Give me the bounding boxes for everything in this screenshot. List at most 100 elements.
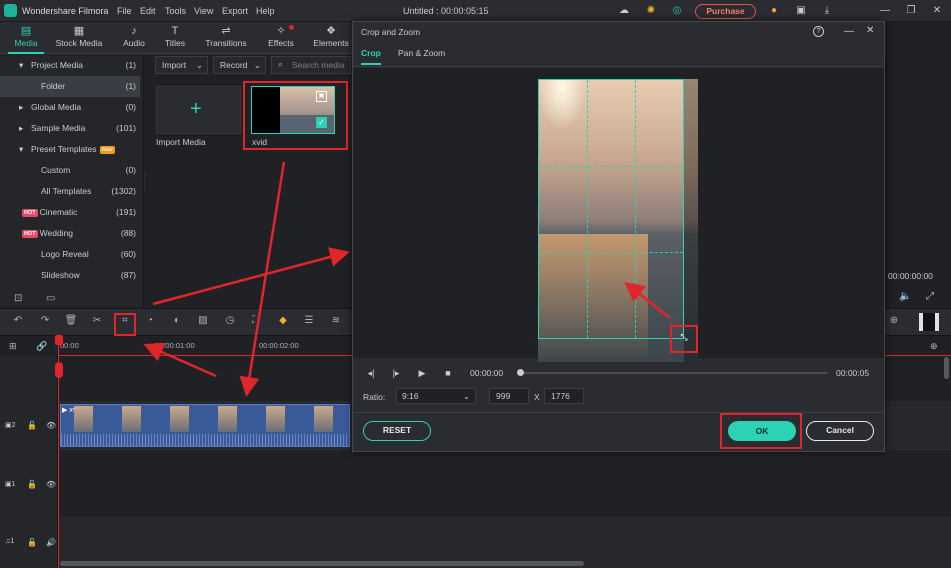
eye-icon[interactable]: 👁 — [46, 421, 56, 430]
speaker-icon[interactable]: 🔊 — [46, 538, 56, 547]
undo-icon[interactable]: ↶ — [11, 314, 25, 328]
cancel-button[interactable]: Cancel — [806, 421, 874, 441]
menu-help[interactable]: Help — [256, 6, 275, 16]
tab-crop[interactable]: Crop — [361, 48, 381, 65]
save-icon[interactable]: ▣ — [795, 5, 807, 17]
tab-media[interactable]: ▤ Media — [0, 24, 54, 54]
clip-frame — [74, 406, 93, 432]
redo-icon[interactable]: ↷ — [38, 314, 52, 328]
minimize-icon[interactable]: — — [879, 5, 891, 17]
purchase-button[interactable]: Purchase — [695, 4, 756, 19]
cloud-icon[interactable]: ☁ — [618, 5, 630, 17]
audio-wave-icon[interactable]: ≋ — [329, 314, 343, 328]
grid-line — [539, 252, 683, 253]
close-window-icon[interactable]: ✕ — [931, 5, 943, 17]
close-dialog-icon[interactable]: ✕ — [866, 25, 874, 36]
sidebar-item-folder[interactable]: Folder (1) — [0, 76, 140, 97]
tab-pan-zoom[interactable]: Pan & Zoom — [398, 48, 445, 58]
end-timecode: 00:00:05 — [836, 368, 870, 378]
sidebar-item-slideshow[interactable]: Slideshow (87) — [0, 265, 140, 286]
menu-edit[interactable]: Edit — [140, 6, 156, 16]
scrub-bar[interactable] — [520, 372, 827, 374]
add-media-icon[interactable]: ⊞ — [9, 341, 17, 352]
menu-tools[interactable]: Tools — [165, 6, 186, 16]
ruler-mark: 00:00:01:00 — [155, 341, 195, 350]
annotation-highlight-handle — [670, 325, 698, 353]
annotation-highlight-ok — [720, 413, 802, 449]
play-icon[interactable]: ▶ — [416, 367, 428, 379]
playhead-marker[interactable] — [55, 362, 63, 378]
ratio-select[interactable]: 9:16 ⌄ — [396, 388, 476, 404]
prev-frame-icon[interactable]: ◂| — [365, 367, 377, 379]
idea-icon[interactable]: ✺ — [645, 5, 657, 17]
add-track-icon[interactable]: ⊕ — [887, 314, 901, 328]
sidebar-item-sample-media[interactable]: ▸ Sample Media (101) — [0, 118, 140, 139]
delete-icon[interactable]: 🗑 — [64, 314, 78, 328]
tab-stock-media[interactable]: ▦ Stock Media — [51, 24, 107, 52]
lock-icon[interactable]: 🔓 — [27, 538, 37, 547]
sidebar-item-logo-reveal[interactable]: Logo Reveal (60) — [0, 244, 140, 265]
sidebar-item-custom[interactable]: Custom (0) — [0, 160, 140, 181]
keyframe-icon[interactable]: ◆ — [276, 314, 290, 328]
menu-view[interactable]: View — [194, 6, 213, 16]
minimize-dialog-icon[interactable]: — — [844, 26, 854, 37]
step-play-icon[interactable]: |▸ — [390, 367, 402, 379]
volume-icon[interactable]: 🔈 — [899, 291, 911, 302]
fit-icon[interactable]: ⛶ — [249, 314, 263, 328]
timeline-scrollbar[interactable] — [60, 561, 584, 566]
stop-icon[interactable]: ■ — [442, 367, 454, 379]
duration-icon[interactable]: ◷ — [223, 314, 237, 328]
lock-icon[interactable]: 🔓 — [27, 421, 37, 430]
adjust-icon[interactable]: ☰ — [302, 314, 316, 328]
app-name: Wondershare Filmora — [22, 6, 109, 16]
menu-file[interactable]: File — [117, 6, 132, 16]
sidebar-item-cinematic[interactable]: HOT Cinematic (191) — [0, 202, 140, 223]
record-dropdown[interactable]: Record ⌄ — [213, 56, 266, 74]
lock-icon[interactable]: 🔓 — [27, 480, 37, 489]
menu-export[interactable]: Export — [222, 6, 248, 16]
filmora-logo-icon — [4, 4, 17, 17]
reset-button[interactable]: RESET — [363, 421, 431, 441]
support-icon[interactable]: ◎ — [671, 5, 683, 17]
speed-icon[interactable]: ◔ — [143, 314, 157, 328]
sidebar-item-project-media[interactable]: ▾ Project Media (1) — [0, 55, 140, 76]
crop-rectangle[interactable] — [538, 79, 684, 339]
tab-effects[interactable]: ✧ Effects — [253, 24, 309, 52]
sidebar-item-wedding[interactable]: HOT Wedding (88) — [0, 223, 140, 244]
project-title: Untitled : 00:00:05:15 — [403, 6, 489, 16]
search-icon: ⌕ — [278, 59, 284, 69]
new-folder-icon[interactable]: ⊡ — [14, 293, 22, 304]
sidebar-item-preset-templates[interactable]: ▾ Preset Templates New — [0, 139, 140, 160]
folder-outline-icon[interactable]: ▭ — [46, 293, 55, 304]
restore-icon[interactable]: ❐ — [905, 5, 917, 17]
sidebar-item-all-templates[interactable]: All Templates (1302) — [0, 181, 140, 202]
hot-badge: HOT — [22, 229, 38, 238]
tab-elements[interactable]: ❖ Elements — [303, 24, 359, 52]
transition-icon: ⇌ — [221, 25, 231, 37]
download-icon[interactable]: ⤓ — [821, 5, 833, 17]
width-field[interactable]: 999 — [489, 388, 529, 404]
playhead-handle[interactable] — [55, 335, 63, 345]
sidebar-item-global-media[interactable]: ▸ Global Media (0) — [0, 97, 140, 118]
zoom-icon[interactable]: ⊕ — [930, 341, 938, 352]
account-icon[interactable]: ● — [768, 5, 780, 17]
tab-transitions[interactable]: ⇌ Transitions — [198, 24, 254, 52]
clip-frame — [122, 406, 141, 432]
scrub-handle[interactable] — [517, 369, 524, 376]
notification-dot — [289, 25, 294, 30]
color-icon[interactable]: ◐ — [170, 314, 184, 328]
green-screen-icon[interactable]: ▨ — [196, 314, 210, 328]
import-dropdown[interactable]: Import ⌄ — [155, 56, 208, 74]
ratio-label: Ratio: — [363, 392, 386, 402]
audio-waveform — [61, 434, 349, 446]
vertical-scrollbar[interactable] — [944, 357, 949, 379]
cut-icon[interactable]: ✂ — [90, 314, 104, 328]
height-field[interactable]: 1776 — [544, 388, 584, 404]
marker-icon[interactable] — [919, 313, 939, 331]
eye-icon[interactable]: 👁 — [46, 480, 56, 489]
fullscreen-icon[interactable]: ⤢ — [926, 291, 934, 302]
link-icon[interactable]: 🔗 — [36, 341, 47, 352]
help-icon[interactable]: ? — [813, 26, 824, 37]
tab-titles[interactable]: T Titles — [147, 24, 203, 52]
grid-line — [587, 80, 588, 338]
